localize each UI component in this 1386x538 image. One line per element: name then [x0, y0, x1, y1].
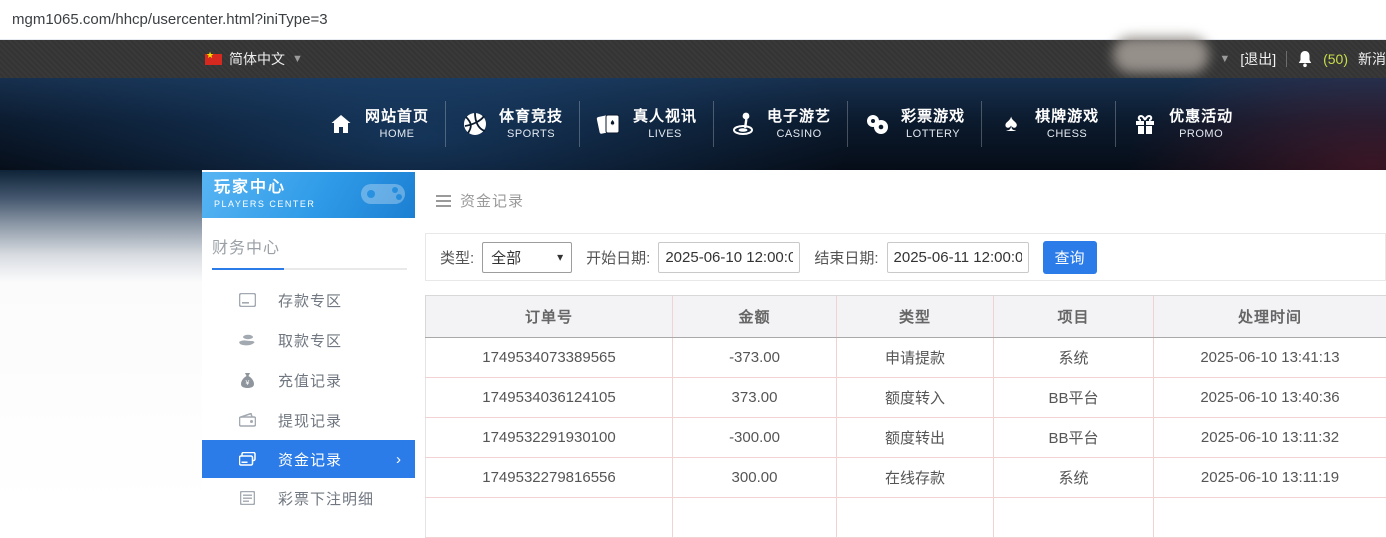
- chevron-down-icon: ▾: [557, 250, 563, 264]
- nav-item-casino[interactable]: 电子游艺 CASINO: [714, 107, 847, 141]
- language-selector[interactable]: ★ 简体中文 ▼: [205, 40, 303, 78]
- bell-icon[interactable]: [1297, 50, 1313, 68]
- lottery-balls-icon: [864, 111, 890, 137]
- deposit-card-icon: [238, 293, 256, 307]
- wallet-icon: [238, 413, 256, 427]
- china-flag-icon: ★: [205, 54, 222, 65]
- order-no-cell: 1749532291930100: [426, 418, 673, 458]
- top-account-bar: ★ 简体中文 ▼ ▼ [退出] (50) 新消息: [0, 40, 1386, 78]
- players-center-header: 玩家中心 PLAYERS CENTER: [202, 172, 415, 218]
- main-navigation: 网站首页 HOME 体育竞技 SPORTS: [0, 78, 1386, 170]
- nav-item-lives[interactable]: 真人视讯 LIVES: [580, 107, 713, 141]
- table-row-partial: [426, 498, 1386, 538]
- joystick-icon: [730, 111, 756, 137]
- sidebar-item-recharge-record[interactable]: ¥ 充值记录: [202, 360, 415, 400]
- column-header-type: 类型: [837, 296, 994, 338]
- breadcrumb: 资金记录: [415, 170, 1386, 211]
- hamburger-icon: [436, 195, 451, 207]
- nav-item-chess[interactable]: ♠ 棋牌游戏 CHESS: [982, 107, 1115, 141]
- home-icon: [328, 111, 354, 137]
- nav-item-sports[interactable]: 体育竞技 SPORTS: [446, 107, 579, 141]
- page-background-fade: [0, 170, 202, 510]
- column-header-order-no: 订单号: [426, 296, 673, 338]
- time-cell: 2025-06-10 13:11:32: [1154, 418, 1386, 458]
- amount-cell: 373.00: [673, 378, 837, 418]
- type-cell: 额度转入: [837, 378, 994, 418]
- money-bag-icon: ¥: [238, 372, 256, 388]
- nav-item-home[interactable]: 网站首页 HOME: [312, 107, 445, 141]
- chevron-down-icon[interactable]: ▼: [1219, 53, 1230, 65]
- sidebar-item-withdrawal-record[interactable]: 提现记录: [202, 400, 415, 440]
- type-cell: 申请提款: [837, 338, 994, 378]
- order-no-cell: 1749534073389565: [426, 338, 673, 378]
- svg-text:¥: ¥: [245, 380, 249, 387]
- column-header-time: 处理时间: [1154, 296, 1386, 338]
- new-messages-link[interactable]: 新消息: [1358, 49, 1386, 69]
- order-no-cell: 1749534036124105: [426, 378, 673, 418]
- table-row: 1749532291930100 -300.00 额度转出 BB平台 2025-…: [426, 418, 1386, 458]
- nav-item-lottery[interactable]: 彩票游戏 LOTTERY: [848, 107, 981, 141]
- search-button[interactable]: 查询: [1043, 241, 1097, 274]
- sidebar-item-withdraw-zone[interactable]: 取款专区: [202, 320, 415, 360]
- start-date-label: 开始日期:: [586, 247, 650, 268]
- start-date-input[interactable]: [658, 242, 800, 273]
- message-count-badge[interactable]: (50): [1323, 51, 1348, 67]
- column-header-project: 项目: [994, 296, 1154, 338]
- username-blurred[interactable]: [1113, 37, 1209, 73]
- sidebar-item-funds-record[interactable]: 资金记录 ›: [202, 440, 415, 478]
- sidebar: 玩家中心 PLAYERS CENTER 财务中心 存款专区 取款专区 ¥ 充值记: [202, 172, 415, 510]
- type-cell: 额度转出: [837, 418, 994, 458]
- funds-record-table: 订单号 金额 类型 项目 处理时间 1749534073389565 -373.…: [425, 295, 1386, 538]
- amount-cell: -373.00: [673, 338, 837, 378]
- sports-ball-icon: [462, 111, 488, 137]
- type-label: 类型:: [440, 247, 474, 268]
- logout-button[interactable]: [退出]: [1240, 49, 1276, 69]
- nav-item-promo[interactable]: 优惠活动 PROMO: [1116, 107, 1249, 141]
- column-header-amount: 金额: [673, 296, 837, 338]
- browser-url-bar[interactable]: mgm1065.com/hhcp/usercenter.html?iniType…: [0, 0, 1386, 40]
- chevron-down-icon: ▼: [292, 53, 303, 65]
- table-row: 1749532279816556 300.00 在线存款 系统 2025-06-…: [426, 458, 1386, 498]
- divider: [212, 268, 407, 270]
- end-date-label: 结束日期:: [814, 247, 878, 268]
- gift-icon: [1132, 111, 1158, 137]
- table-row: 1749534036124105 373.00 额度转入 BB平台 2025-0…: [426, 378, 1386, 418]
- end-date-input[interactable]: [887, 242, 1029, 273]
- page-title: 资金记录: [460, 190, 524, 211]
- project-cell: BB平台: [994, 378, 1154, 418]
- type-cell: 在线存款: [837, 458, 994, 498]
- finance-center-title: 财务中心: [212, 234, 407, 268]
- time-cell: 2025-06-10 13:41:13: [1154, 338, 1386, 378]
- spade-icon: ♠: [998, 111, 1024, 137]
- list-document-icon: [238, 491, 256, 505]
- project-cell: BB平台: [994, 418, 1154, 458]
- hand-money-icon: [238, 333, 256, 347]
- sidebar-item-deposit-zone[interactable]: 存款专区: [202, 280, 415, 320]
- type-select[interactable]: 全部 ▾: [482, 242, 572, 273]
- project-cell: 系统: [994, 458, 1154, 498]
- chevron-right-icon: ›: [396, 451, 401, 468]
- table-row: 1749534073389565 -373.00 申请提款 系统 2025-06…: [426, 338, 1386, 378]
- time-cell: 2025-06-10 13:40:36: [1154, 378, 1386, 418]
- funds-cards-icon: [238, 452, 256, 466]
- amount-cell: -300.00: [673, 418, 837, 458]
- project-cell: 系统: [994, 338, 1154, 378]
- filter-bar: 类型: 全部 ▾ 开始日期: 结束日期: 查询: [425, 233, 1386, 281]
- playing-cards-icon: [596, 111, 622, 137]
- amount-cell: 300.00: [673, 458, 837, 498]
- main-content: 资金记录 类型: 全部 ▾ 开始日期: 结束日期: 查询 订单号 金额 类型 项…: [415, 170, 1386, 510]
- time-cell: 2025-06-10 13:11:19: [1154, 458, 1386, 498]
- language-label: 简体中文: [229, 49, 285, 69]
- gamepad-icon: [357, 176, 409, 210]
- table-header-row: 订单号 金额 类型 项目 处理时间: [426, 296, 1386, 338]
- sidebar-item-lottery-bet-detail[interactable]: 彩票下注明细: [202, 478, 415, 518]
- divider: [1286, 51, 1287, 67]
- page-url[interactable]: mgm1065.com/hhcp/usercenter.html?iniType…: [12, 11, 328, 28]
- order-no-cell: 1749532279816556: [426, 458, 673, 498]
